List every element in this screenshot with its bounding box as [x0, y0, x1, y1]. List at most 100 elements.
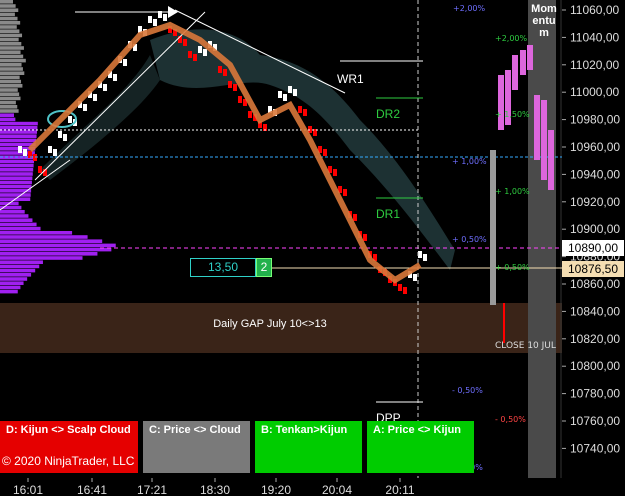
- profile-bar: [0, 256, 83, 260]
- profile-bar: [0, 33, 23, 38]
- profile-bar: [0, 168, 34, 172]
- order-quantity[interactable]: 2: [256, 258, 272, 277]
- candle: [323, 149, 327, 156]
- profile-bar: [0, 105, 18, 109]
- signal-button-c[interactable]: C: Price <> Cloud: [143, 421, 250, 473]
- price-tick-label: 10980,00: [570, 113, 620, 127]
- profile-bar: [0, 100, 16, 105]
- profile-bar: [0, 172, 33, 176]
- time-tick-label: 16:41: [77, 483, 107, 496]
- profile-bar: [0, 75, 20, 80]
- candle: [148, 16, 152, 23]
- price-tick-label: 10800,00: [570, 359, 620, 373]
- percent-label-p100b: + 1,00%: [495, 187, 530, 196]
- profile-bar: [0, 29, 20, 33]
- profile-bar: [0, 130, 37, 134]
- profile-bar: [0, 12, 15, 17]
- candle: [68, 116, 72, 123]
- candle: [48, 146, 52, 153]
- profile-bar: [0, 289, 18, 294]
- profile-bar: [0, 180, 32, 185]
- candle: [248, 111, 252, 118]
- level-label-wr1: WR1: [337, 72, 364, 86]
- stop-value-box[interactable]: 13,50: [190, 258, 256, 277]
- profile-bar: [0, 281, 24, 285]
- price-tick-label: 10960,00: [570, 140, 620, 154]
- price-tick-label: 11060,00: [570, 3, 619, 17]
- profile-bar: [0, 243, 116, 248]
- time-tick-label: 16:01: [13, 483, 43, 496]
- candle: [18, 146, 22, 153]
- candle: [58, 131, 62, 138]
- profile-bar: [0, 222, 37, 227]
- candle: [163, 14, 167, 21]
- profile-bar: [0, 163, 34, 168]
- candle: [288, 86, 292, 93]
- current-price-tag: 10890,00: [562, 240, 624, 256]
- percent-label-p100a: + 1,00%: [452, 157, 487, 166]
- candle: [228, 81, 232, 88]
- level-label-dr1: DR1: [376, 207, 400, 221]
- candle: [123, 59, 127, 66]
- price-tick-label: 11040,00: [570, 30, 619, 44]
- candle: [278, 91, 282, 98]
- candle: [83, 104, 87, 111]
- profile-bar: [0, 117, 16, 122]
- time-tick-label: 17:21: [137, 483, 167, 496]
- profile-bar: [0, 109, 19, 113]
- profile-bar: [0, 193, 31, 197]
- momentum-label: Mom entu m: [531, 3, 557, 39]
- signal-button-a[interactable]: A: Price <> Kijun: [367, 421, 474, 473]
- percent-label-p200a: +2,00%: [453, 4, 486, 13]
- profile-bar: [0, 67, 23, 71]
- profile-bar: [0, 96, 21, 101]
- profile-bar: [0, 46, 24, 50]
- profile-bar: [0, 184, 32, 189]
- signal-button-b[interactable]: B: Tenkan>Kijun: [255, 421, 362, 473]
- candle: [303, 109, 307, 116]
- price-axis[interactable]: 11060,00 11040,00 11020,00 11000,00 10980,00…: [562, 3, 620, 455]
- profile-bar: [0, 138, 37, 143]
- candle: [183, 39, 187, 46]
- profile-bar: [0, 71, 25, 75]
- profile-bar: [0, 8, 19, 12]
- price-tick-label: 11000,00: [570, 85, 619, 99]
- time-tick-label: 19:20: [261, 483, 291, 496]
- percent-label-p050a: + 0,50%: [452, 235, 487, 244]
- momentum-panel: [528, 0, 556, 478]
- profile-bar: [0, 218, 33, 222]
- candle: [238, 96, 242, 103]
- candle: [363, 234, 367, 241]
- price-tick-label: 10780,00: [570, 387, 620, 401]
- profile-bar: [0, 239, 103, 243]
- candle: [53, 149, 57, 156]
- momentum-bar: [527, 45, 533, 70]
- profile-bar: [0, 37, 19, 42]
- signal-button-c-label: C: Price <> Cloud: [149, 424, 241, 436]
- candle: [63, 134, 67, 141]
- momentum-bar: [534, 95, 540, 160]
- candle: [293, 89, 297, 96]
- price-tick-label: 10740,00: [570, 441, 620, 455]
- profile-bar: [0, 210, 25, 214]
- candle: [398, 284, 402, 291]
- price-tick-label: 10920,00: [570, 195, 620, 209]
- profile-bar: [0, 268, 36, 273]
- profile-bar: [0, 264, 40, 269]
- profile-bar: [0, 25, 17, 29]
- price-tick-label: 11020,00: [570, 58, 619, 72]
- momentum-bar: [498, 75, 504, 130]
- signal-button-d-label: D: Kijun <> Scalp Cloud: [6, 424, 131, 436]
- level-label-dr2: DR2: [376, 107, 400, 121]
- candle: [423, 254, 427, 261]
- profile-bar: [0, 79, 22, 84]
- profile-bar: [0, 277, 28, 281]
- price-tick-label: 10940,00: [570, 167, 620, 181]
- profile-bar: [0, 54, 24, 59]
- candle: [113, 74, 117, 81]
- momentum-bar: [541, 100, 547, 180]
- candle: [193, 54, 197, 61]
- price-tick-label: 10900,00: [570, 222, 620, 236]
- profile-bar: [0, 113, 14, 117]
- candle: [188, 51, 192, 58]
